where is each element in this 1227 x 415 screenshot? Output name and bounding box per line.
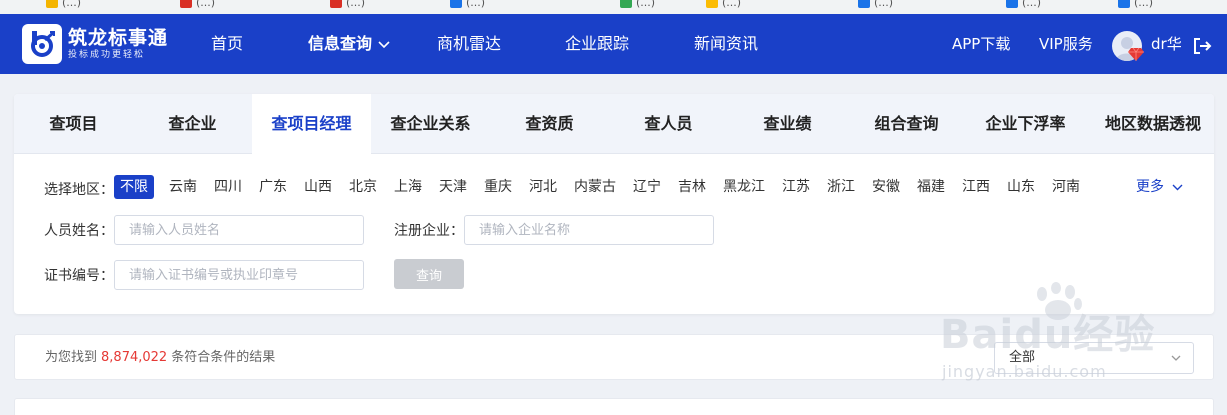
app-download-link[interactable]: APP下载 bbox=[952, 14, 1010, 74]
results-filter-select[interactable]: 全部 bbox=[994, 342, 1194, 374]
bookmark-item[interactable]: (...) bbox=[330, 0, 365, 10]
chevron-down-icon bbox=[378, 40, 390, 48]
bookmark-item[interactable]: (...) bbox=[46, 0, 81, 10]
bookmark-item[interactable]: (...) bbox=[706, 0, 741, 10]
nav-item-news[interactable]: 新闻资讯 bbox=[694, 14, 758, 74]
registered-company-label: 注册企业： bbox=[394, 223, 464, 239]
region-option[interactable]: 河北 bbox=[529, 175, 557, 199]
site-logo[interactable]: 筑龙标事通 投标成功更轻松 bbox=[22, 24, 168, 64]
bookmark-favicon-icon bbox=[620, 0, 632, 8]
region-option[interactable]: 北京 bbox=[349, 175, 377, 199]
tab-company[interactable]: 查企业 bbox=[133, 94, 252, 154]
bookmark-favicon-icon bbox=[706, 0, 718, 8]
tab-performance[interactable]: 查业绩 bbox=[728, 94, 847, 154]
certificate-number-label: 证书编号： bbox=[44, 268, 114, 284]
bookmark-favicon-icon bbox=[330, 0, 342, 8]
tab-project[interactable]: 查项目 bbox=[14, 94, 133, 154]
person-name-label: 人员姓名： bbox=[44, 223, 114, 239]
region-option[interactable]: 安徽 bbox=[872, 175, 900, 199]
region-option[interactable]: 江苏 bbox=[782, 175, 810, 199]
bookmark-favicon-icon bbox=[180, 0, 192, 8]
bookmark-item[interactable]: (...) bbox=[1006, 0, 1041, 10]
tab-bid-discount-rate[interactable]: 企业下浮率 bbox=[966, 94, 1085, 154]
region-option[interactable]: 江西 bbox=[962, 175, 990, 199]
bookmark-favicon-icon bbox=[858, 0, 870, 8]
logo-subtitle: 投标成功更轻松 bbox=[68, 50, 146, 60]
region-option[interactable]: 天津 bbox=[439, 175, 467, 199]
bookmark-favicon-icon bbox=[450, 0, 462, 8]
results-summary: 为您找到 8,874,022 条符合条件的结果 bbox=[45, 350, 276, 365]
registered-company-input[interactable] bbox=[464, 215, 714, 245]
top-navbar: 筑龙标事通 投标成功更轻松 首页 信息查询 商机雷达 企业跟踪 新闻资讯 APP… bbox=[0, 14, 1227, 74]
bookmark-item[interactable]: (...) bbox=[180, 0, 215, 10]
region-option[interactable]: 辽宁 bbox=[633, 175, 661, 199]
logo-mark-icon bbox=[22, 24, 62, 64]
tab-project-manager[interactable]: 查项目经理 bbox=[252, 94, 371, 155]
query-button[interactable]: 查询 bbox=[394, 259, 464, 289]
logo-title: 筑龙标事通 bbox=[68, 27, 169, 49]
region-option[interactable]: 河南 bbox=[1052, 175, 1080, 199]
bookmark-item[interactable]: (...) bbox=[1118, 0, 1153, 10]
chevron-down-icon bbox=[1172, 184, 1183, 190]
region-option[interactable]: 福建 bbox=[917, 175, 945, 199]
region-option[interactable]: 浙江 bbox=[827, 175, 855, 199]
person-name-input[interactable] bbox=[114, 215, 364, 245]
region-label: 选择地区： bbox=[44, 182, 114, 198]
bookmark-favicon-icon bbox=[1118, 0, 1130, 8]
username[interactable]: dr华 bbox=[1151, 14, 1182, 74]
region-option[interactable]: 广东 bbox=[259, 175, 287, 199]
results-filter-value: 全部 bbox=[1009, 350, 1036, 365]
bookmark-bar: (...) (...) (...) (...) (...) (...) (...… bbox=[0, 0, 1227, 14]
region-option-all[interactable]: 不限 bbox=[114, 175, 154, 199]
nav-item-business-radar[interactable]: 商机雷达 bbox=[437, 14, 501, 74]
bookmark-favicon-icon bbox=[46, 0, 58, 8]
region-option[interactable]: 四川 bbox=[214, 175, 242, 199]
bookmark-favicon-icon bbox=[1006, 0, 1018, 8]
tab-regional-data[interactable]: 地区数据透视 bbox=[1092, 94, 1214, 154]
query-tabs: 查项目 查企业 查项目经理 查企业关系 查资质 查人员 查业绩 组合查询 企业下… bbox=[14, 94, 1214, 155]
bookmark-item[interactable]: (...) bbox=[858, 0, 893, 10]
tab-personnel[interactable]: 查人员 bbox=[609, 94, 728, 154]
vip-service-link[interactable]: VIP服务 bbox=[1039, 14, 1093, 74]
tab-qualification[interactable]: 查资质 bbox=[490, 94, 609, 154]
tab-company-relations[interactable]: 查企业关系 bbox=[371, 94, 490, 154]
region-option[interactable]: 内蒙古 bbox=[574, 175, 616, 199]
results-bar: 为您找到 8,874,022 条符合条件的结果 全部 bbox=[14, 334, 1214, 380]
region-option[interactable]: 云南 bbox=[169, 175, 197, 199]
nav-item-company-tracking[interactable]: 企业跟踪 bbox=[565, 14, 629, 74]
region-option[interactable]: 山西 bbox=[304, 175, 332, 199]
region-option[interactable]: 上海 bbox=[394, 175, 422, 199]
bookmark-item[interactable]: (...) bbox=[450, 0, 485, 10]
results-count: 8,874,022 bbox=[101, 350, 168, 365]
tab-combined-query[interactable]: 组合查询 bbox=[847, 94, 966, 154]
region-option[interactable]: 山东 bbox=[1007, 175, 1035, 199]
certificate-number-input[interactable] bbox=[114, 260, 364, 290]
nav-item-info-query[interactable]: 信息查询 bbox=[308, 14, 390, 74]
nav-item-home[interactable]: 首页 bbox=[211, 14, 243, 74]
region-option[interactable]: 重庆 bbox=[484, 175, 512, 199]
more-regions-button[interactable]: 更多 bbox=[1136, 175, 1183, 199]
bookmark-item[interactable]: (...) bbox=[620, 0, 655, 10]
search-panel: 查项目 查企业 查项目经理 查企业关系 查资质 查人员 查业绩 组合查询 企业下… bbox=[14, 94, 1214, 314]
results-list-card bbox=[14, 398, 1214, 415]
chevron-down-icon bbox=[1171, 355, 1181, 361]
region-option[interactable]: 吉林 bbox=[678, 175, 706, 199]
logout-icon[interactable] bbox=[1192, 36, 1212, 56]
region-option[interactable]: 黑龙江 bbox=[723, 175, 765, 199]
vip-gem-icon bbox=[1128, 47, 1144, 61]
